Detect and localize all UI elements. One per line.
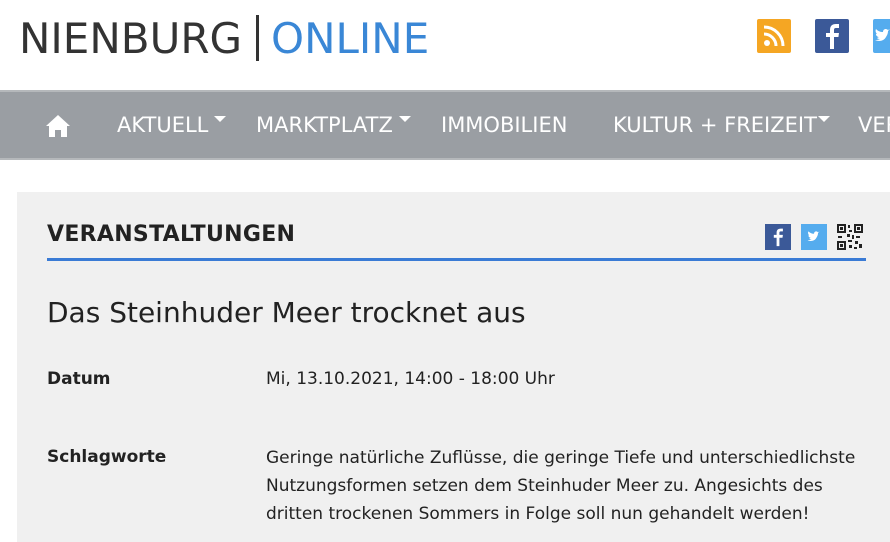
tags-line: Nutzungsformen setzen dem Steinhuder Mee… — [266, 476, 823, 496]
nav-item-aktuell[interactable]: AKTUELL — [117, 92, 208, 158]
logo-separator — [256, 15, 260, 61]
logo-text-right: ONLINE — [271, 13, 430, 63]
tags-line: Geringe natürliche Zuflüsse, die geringe… — [266, 448, 856, 468]
chevron-down-icon — [818, 116, 830, 122]
share-facebook-icon[interactable] — [765, 224, 791, 250]
nav-item-kultur-freizeit[interactable]: KULTUR + FREIZEIT — [613, 92, 817, 158]
section-title: VERANSTALTUNGEN — [47, 222, 296, 247]
tags-line: dritten trockenen Sommers in Folge soll … — [266, 504, 810, 524]
content-panel: VERANSTALTUNGEN Das Steinhuder Meer troc… — [17, 192, 890, 542]
nav-item-immobilien[interactable]: IMMOBILIEN — [441, 92, 567, 158]
home-icon[interactable] — [44, 112, 72, 140]
chevron-down-icon — [399, 116, 411, 122]
tags-label: Schlagworte — [47, 447, 167, 467]
logo-text-left: NIENBURG — [19, 13, 243, 63]
facebook-icon[interactable] — [815, 19, 849, 53]
date-label: Datum — [47, 369, 111, 389]
twitter-icon[interactable] — [873, 19, 890, 53]
tags-value: Geringe natürliche Zuflüsse, die geringe… — [266, 444, 866, 528]
share-twitter-icon[interactable] — [801, 224, 827, 250]
date-value: Mi, 13.10.2021, 14:00 - 18:00 Uhr — [266, 369, 555, 389]
section-divider — [47, 258, 866, 261]
site-logo[interactable]: NIENBURG ONLINE — [19, 10, 429, 66]
rss-icon[interactable] — [757, 19, 791, 53]
nav-item-marktplatz[interactable]: MARKTPLATZ — [256, 92, 393, 158]
site-header: NIENBURG ONLINE — [0, 0, 890, 90]
qr-code-icon[interactable] — [837, 224, 863, 250]
chevron-down-icon — [214, 116, 226, 122]
main-navigation: AKTUELL MARKTPLATZ IMMOBILIEN KULTUR + F… — [0, 90, 890, 160]
event-title: Das Steinhuder Meer trocknet aus — [47, 296, 526, 329]
nav-item-ver[interactable]: VER — [858, 92, 890, 158]
